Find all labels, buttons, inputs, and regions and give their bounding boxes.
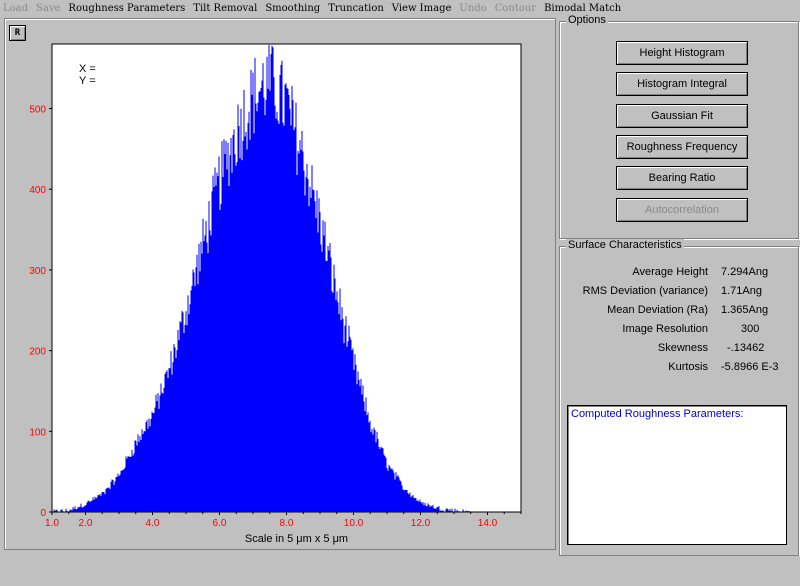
stat-value: 1.71Ang [721, 285, 762, 297]
stat-skewness: Skewness -.13462 [560, 342, 798, 360]
options-title: Options [566, 14, 608, 26]
x-tick-label: 6.0 [213, 518, 227, 529]
options-group: Options Height Histogram Histogram Integ… [559, 14, 799, 239]
x-tick-label: 8.0 [280, 518, 294, 529]
x-tick-label: 2.0 [79, 518, 93, 529]
stat-label: Average Height [632, 266, 708, 278]
surface-characteristics-group: Surface Characteristics Average Height 7… [559, 239, 799, 556]
y-tick-label: 300 [29, 266, 46, 277]
histogram-integral-button[interactable]: Histogram Integral [616, 72, 748, 96]
y-axis-ticks: 0100200300400500 [29, 105, 52, 519]
computed-roughness-title: Computed Roughness Parameters: [571, 408, 744, 420]
stat-value: 1.365Ang [721, 304, 769, 316]
y-tick-label: 200 [29, 347, 46, 358]
stat-value: -.13462 [727, 342, 765, 354]
stat-value: 300 [741, 323, 760, 335]
computed-roughness-box[interactable]: Computed Roughness Parameters: [567, 405, 787, 545]
stat-label: Mean Deviation (Ra) [607, 304, 708, 316]
stat-value: 7.294Ang [721, 266, 769, 278]
stat-rms-deviation: RMS Deviation (variance) 1.71Ang [560, 285, 798, 303]
y-tick-label: 100 [29, 427, 46, 438]
gaussian-fit-button[interactable]: Gaussian Fit [616, 104, 748, 128]
stat-value: -5.8966 E-3 [721, 361, 779, 373]
autocorrelation-button[interactable]: Autocorrelation [616, 198, 748, 222]
stat-label: Skewness [657, 342, 708, 354]
stat-label: RMS Deviation (variance) [582, 285, 708, 297]
y-tick-label: 500 [29, 105, 46, 116]
x-tick-label: 14.0 [478, 518, 498, 529]
x-tick-label: 4.0 [146, 518, 160, 529]
stat-label: Image Resolution [622, 323, 708, 335]
x-axis-label: Scale in 5 μm x 5 μm [245, 533, 348, 545]
status-area [0, 556, 800, 586]
cursor-y-readout: Y = [79, 75, 96, 87]
x-axis-ticks: 1.0 2.0 4.0 6.0 8.0 10.0 12.0 14.0 [45, 512, 522, 529]
roughness-frequency-button[interactable]: Roughness Frequency [616, 135, 748, 159]
y-tick-label: 400 [29, 185, 46, 196]
bearing-ratio-button[interactable]: Bearing Ratio [616, 166, 748, 190]
x-tick-label: 1.0 [45, 518, 59, 529]
stat-image-resolution: Image Resolution 300 [560, 323, 798, 341]
height-histogram-button[interactable]: Height Histogram [616, 41, 748, 65]
cursor-x-readout: X = [79, 63, 96, 75]
stat-label: Kurtosis [668, 361, 708, 373]
x-tick-label: 10.0 [344, 518, 364, 529]
stat-average-height: Average Height 7.294Ang [560, 266, 798, 284]
stat-mean-deviation: Mean Deviation (Ra) 1.365Ang [560, 304, 798, 322]
stat-kurtosis: Kurtosis -5.8966 E-3 [560, 361, 798, 379]
surface-characteristics-title: Surface Characteristics [566, 239, 684, 251]
x-tick-label: 12.0 [411, 518, 431, 529]
